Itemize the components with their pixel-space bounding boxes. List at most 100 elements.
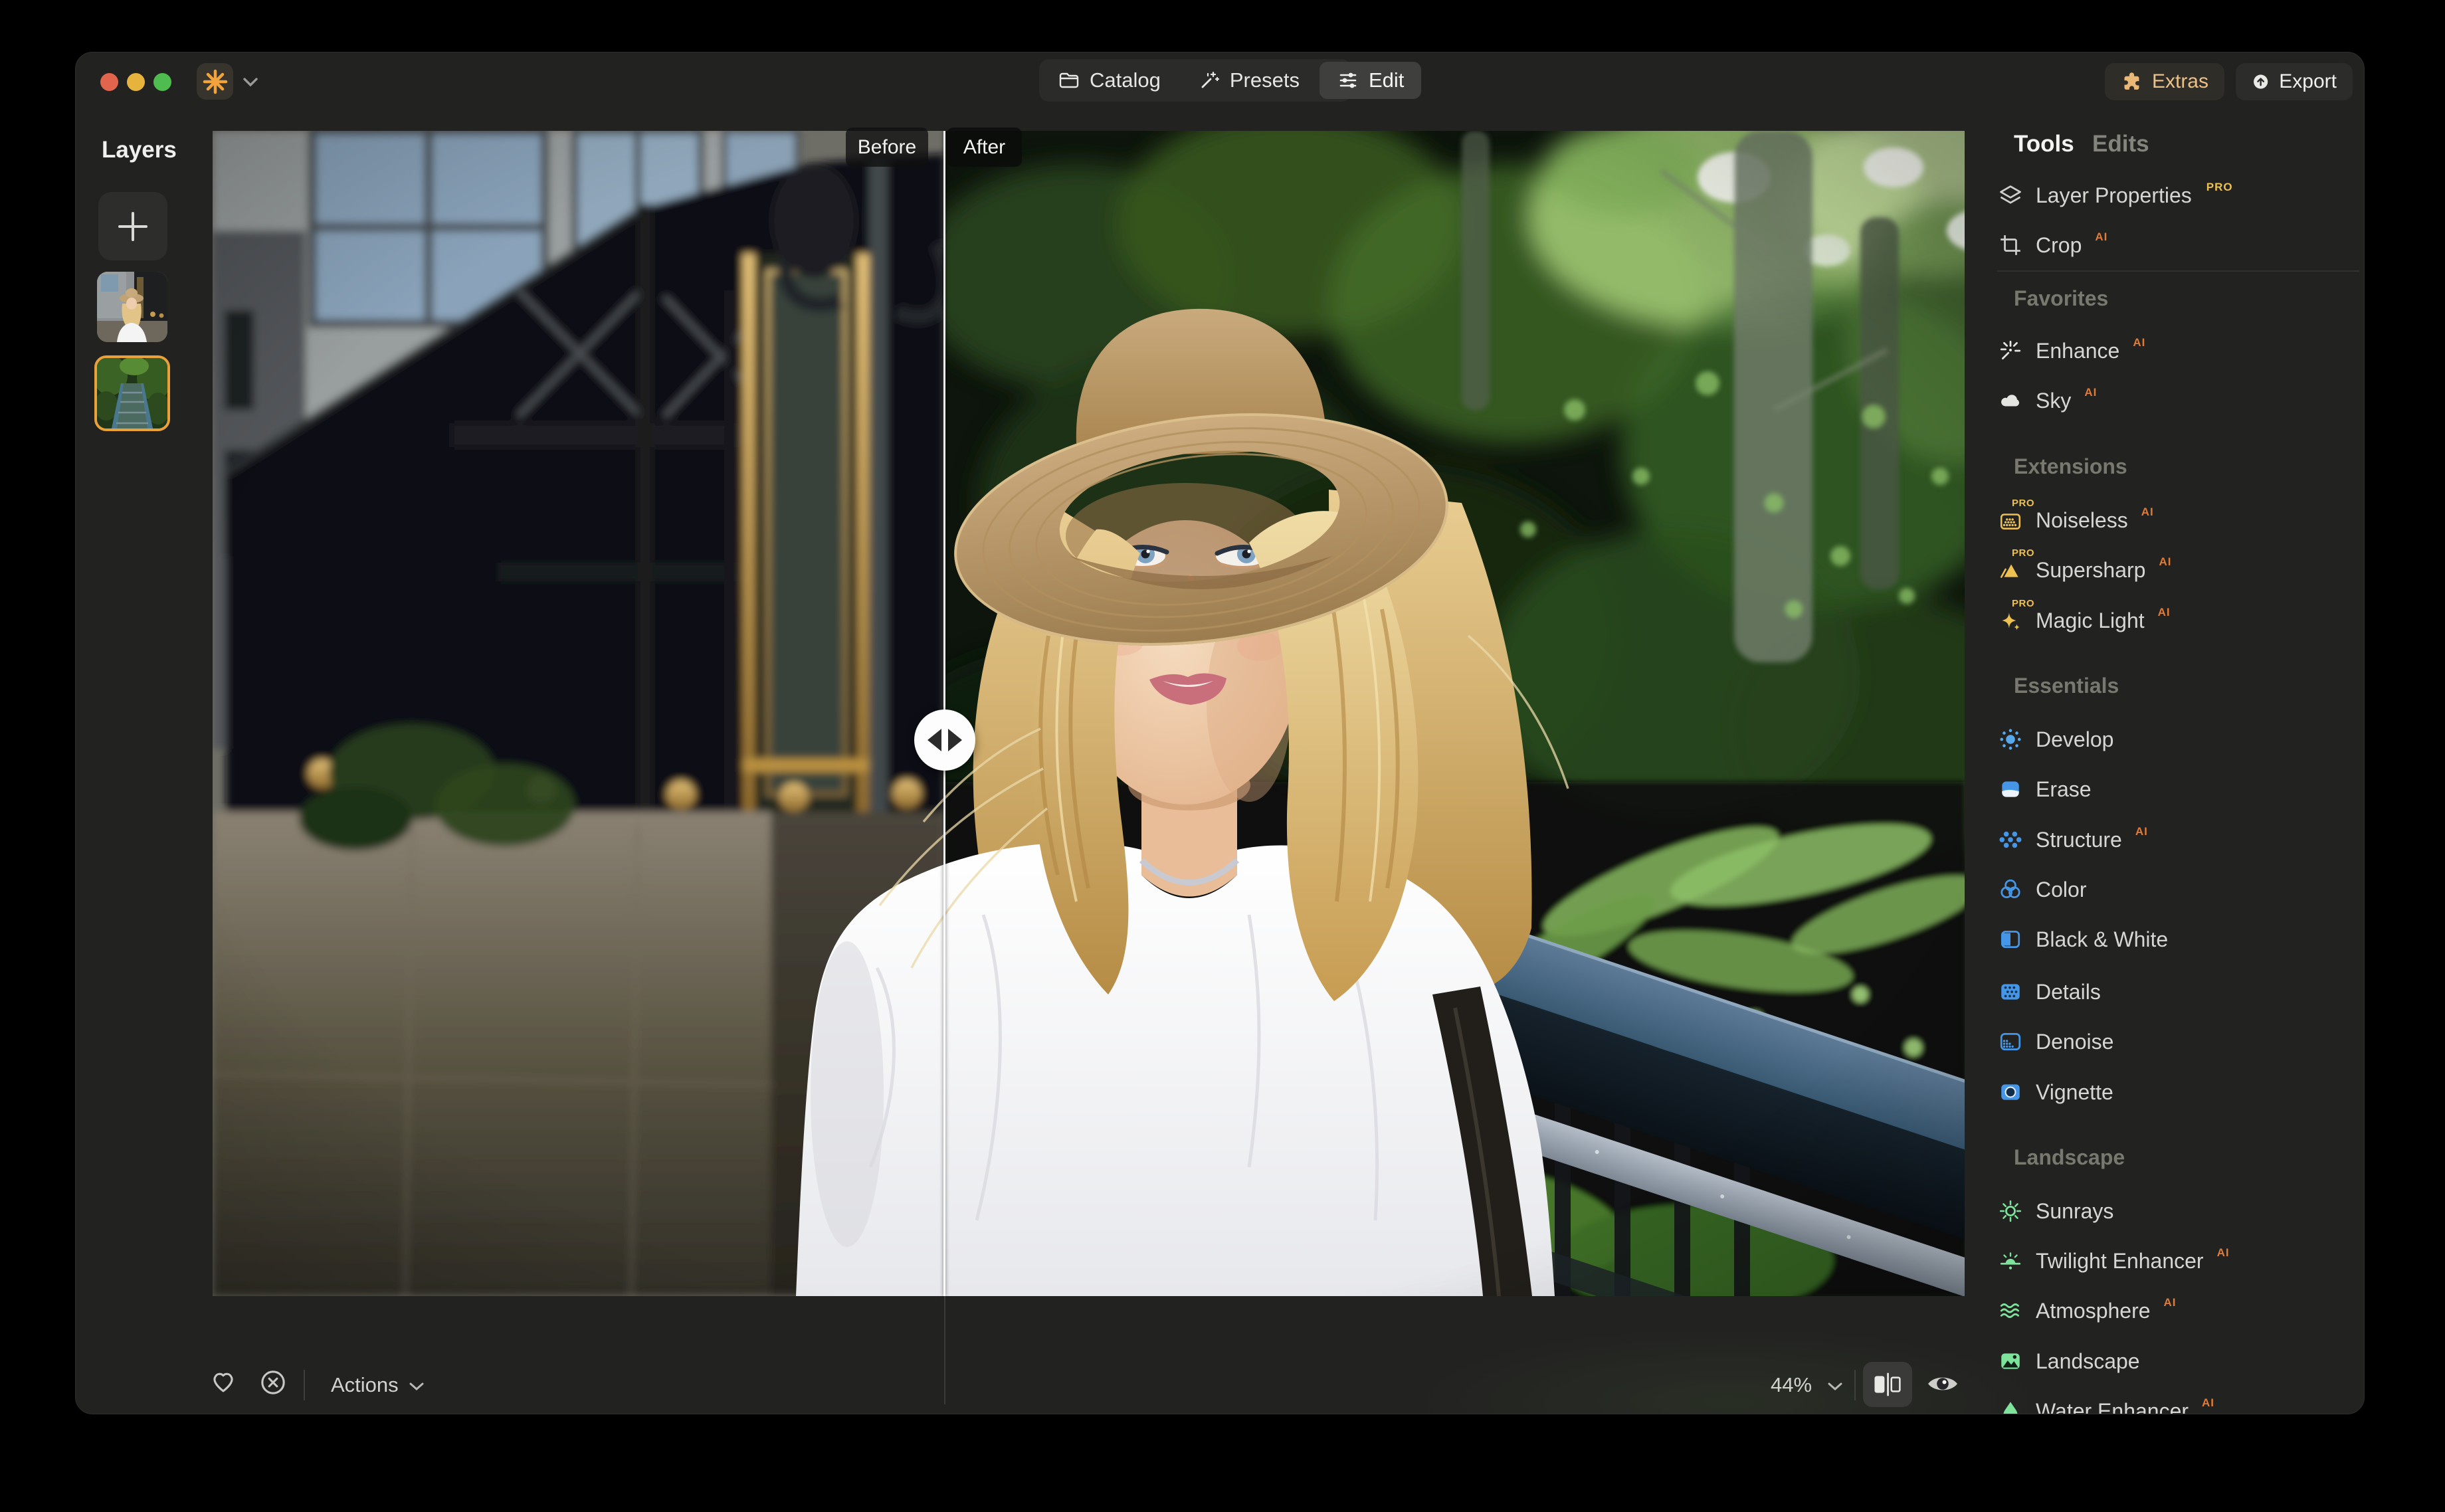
zoom-chevron-down-icon[interactable] bbox=[1826, 1380, 1844, 1393]
tool-item-layer-properties[interactable]: Layer Properties PRO bbox=[1997, 179, 2365, 211]
sliders-icon bbox=[1337, 69, 1359, 92]
color-icon bbox=[1997, 876, 2024, 903]
actions-menu[interactable]: Actions bbox=[331, 1373, 399, 1397]
ai-badge: AI bbox=[2217, 1246, 2230, 1260]
pro-badge: PRO bbox=[2012, 547, 2034, 559]
export-arrow-icon bbox=[2252, 70, 2270, 94]
tool-item-denoise[interactable]: Denoise bbox=[1997, 1026, 2365, 1058]
section-header-essentials: Essentials bbox=[2014, 674, 2119, 698]
enhance-icon bbox=[1997, 337, 2024, 364]
extras-label: Extras bbox=[2152, 70, 2208, 93]
tool-item-twilight-enhancer[interactable]: Twilight Enhancer AI bbox=[1997, 1245, 2365, 1277]
ai-badge: AI bbox=[2164, 1296, 2177, 1309]
ai-badge: AI bbox=[2159, 555, 2171, 569]
layer-properties-icon bbox=[1997, 182, 2024, 209]
tab-presets[interactable]: Presets bbox=[1181, 62, 1317, 99]
layer-thumbnail-portrait[interactable] bbox=[97, 272, 167, 342]
photo-canvas[interactable] bbox=[213, 131, 1965, 1296]
export-label: Export bbox=[2279, 70, 2337, 93]
compare-divider-tail bbox=[944, 1296, 945, 1404]
sunrays-icon bbox=[1997, 1198, 2024, 1224]
vignette-icon bbox=[1997, 1079, 2024, 1105]
bottombar-divider-left bbox=[304, 1370, 305, 1400]
tool-item-sunrays[interactable]: Sunrays bbox=[1997, 1195, 2365, 1227]
tool-item-magic-light[interactable]: PRO Magic Light AI bbox=[1997, 605, 2365, 636]
tool-item-landscape[interactable]: Landscape bbox=[1997, 1345, 2365, 1377]
add-layer-button[interactable] bbox=[98, 192, 167, 260]
supersharp-icon: PRO bbox=[1997, 557, 2024, 583]
denoise-icon bbox=[1997, 1028, 2024, 1055]
folder-icon bbox=[1058, 69, 1080, 92]
ai-badge: AI bbox=[2141, 506, 2154, 519]
section-header-landscape: Landscape bbox=[2014, 1145, 2125, 1170]
tool-item-erase[interactable]: Erase bbox=[1997, 773, 2365, 805]
tool-item-color[interactable]: Color bbox=[1997, 874, 2365, 905]
details-icon bbox=[1997, 979, 2024, 1005]
tab-edit-label: Edit bbox=[1369, 68, 1404, 92]
close-window-button[interactable] bbox=[100, 73, 118, 91]
twilight-enhancer-icon bbox=[1997, 1248, 2024, 1274]
handle-left-arrow-icon bbox=[928, 729, 941, 751]
develop-icon bbox=[1997, 726, 2024, 753]
reject-circle-x-icon[interactable] bbox=[258, 1368, 288, 1397]
layer2-preview bbox=[97, 358, 167, 428]
app-menu-chevron-down-icon[interactable] bbox=[241, 75, 260, 88]
tool-item-sky[interactable]: Sky AI bbox=[1997, 385, 2365, 417]
water-enhancer-icon bbox=[1997, 1398, 2024, 1414]
zoom-level-value[interactable]: 44% bbox=[1771, 1373, 1812, 1397]
pro-badge: PRO bbox=[2206, 181, 2233, 194]
tool-item-vignette[interactable]: Vignette bbox=[1997, 1076, 2365, 1108]
compare-view-button[interactable] bbox=[1863, 1362, 1912, 1407]
favorite-heart-icon[interactable] bbox=[209, 1368, 238, 1397]
preview-eye-icon[interactable] bbox=[1925, 1369, 1961, 1398]
crop-icon bbox=[1997, 232, 2024, 258]
layers-panel-title: Layers bbox=[102, 137, 177, 163]
split-compare-icon bbox=[1872, 1371, 1903, 1398]
edits-panel-tab[interactable]: Edits bbox=[2092, 131, 2149, 157]
layer-thumbnail-forest-selected[interactable] bbox=[94, 355, 170, 431]
compare-slider-handle[interactable] bbox=[914, 709, 975, 771]
ai-badge: AI bbox=[2095, 231, 2107, 244]
section-header-favorites: Favorites bbox=[2014, 286, 2108, 311]
tool-item-structure[interactable]: Structure AI bbox=[1997, 824, 2365, 856]
tab-catalog-label: Catalog bbox=[1090, 68, 1161, 92]
tool-item-supersharp[interactable]: PRO Supersharp AI bbox=[1997, 554, 2365, 586]
sky-cloud-icon bbox=[1997, 387, 2024, 414]
black-white-icon bbox=[1997, 926, 2024, 953]
tool-item-details[interactable]: Details bbox=[1997, 976, 2365, 1008]
atmosphere-icon bbox=[1997, 1297, 2024, 1324]
tab-presets-label: Presets bbox=[1230, 68, 1300, 92]
noiseless-icon: PRO bbox=[1997, 507, 2024, 533]
mode-tabbar: Catalog Presets Edit bbox=[1039, 59, 1351, 102]
zoom-window-button[interactable] bbox=[153, 73, 171, 91]
before-label: Before bbox=[846, 128, 928, 167]
ai-badge: AI bbox=[2135, 825, 2148, 838]
puzzle-icon bbox=[2121, 70, 2143, 94]
handle-right-arrow-icon bbox=[948, 729, 962, 751]
export-button[interactable]: Export bbox=[2236, 63, 2353, 100]
ai-badge: AI bbox=[2202, 1396, 2214, 1410]
after-label: After bbox=[947, 128, 1022, 167]
tool-item-crop[interactable]: Crop AI bbox=[1997, 229, 2365, 261]
actions-chevron-down-icon[interactable] bbox=[408, 1380, 425, 1393]
bottombar-divider-right bbox=[1854, 1370, 1856, 1400]
minimize-window-button[interactable] bbox=[127, 73, 145, 91]
section-divider bbox=[1997, 270, 2359, 272]
tool-item-enhance[interactable]: Enhance AI bbox=[1997, 335, 2365, 367]
app-logo-icon[interactable] bbox=[197, 63, 233, 100]
luminar-asterisk-icon bbox=[202, 68, 229, 95]
structure-icon bbox=[1997, 826, 2024, 853]
magic-light-icon: PRO bbox=[1997, 607, 2024, 634]
tool-item-atmosphere[interactable]: Atmosphere AI bbox=[1997, 1295, 2365, 1327]
tab-catalog[interactable]: Catalog bbox=[1040, 62, 1178, 99]
tools-panel-tab[interactable]: Tools bbox=[2014, 131, 2074, 157]
tool-item-black-and-white[interactable]: Black & White bbox=[1997, 923, 2365, 955]
pro-badge: PRO bbox=[2012, 598, 2034, 609]
landscape-icon bbox=[1997, 1348, 2024, 1374]
tool-item-water-enhancer[interactable]: Water Enhancer AI bbox=[1997, 1395, 2365, 1414]
tool-item-develop[interactable]: Develop bbox=[1997, 723, 2365, 755]
extras-button[interactable]: Extras bbox=[2105, 63, 2224, 100]
tool-item-noiseless[interactable]: PRO Noiseless AI bbox=[1997, 504, 2365, 536]
magic-wand-icon bbox=[1198, 69, 1221, 92]
tab-edit[interactable]: Edit bbox=[1320, 62, 1421, 99]
